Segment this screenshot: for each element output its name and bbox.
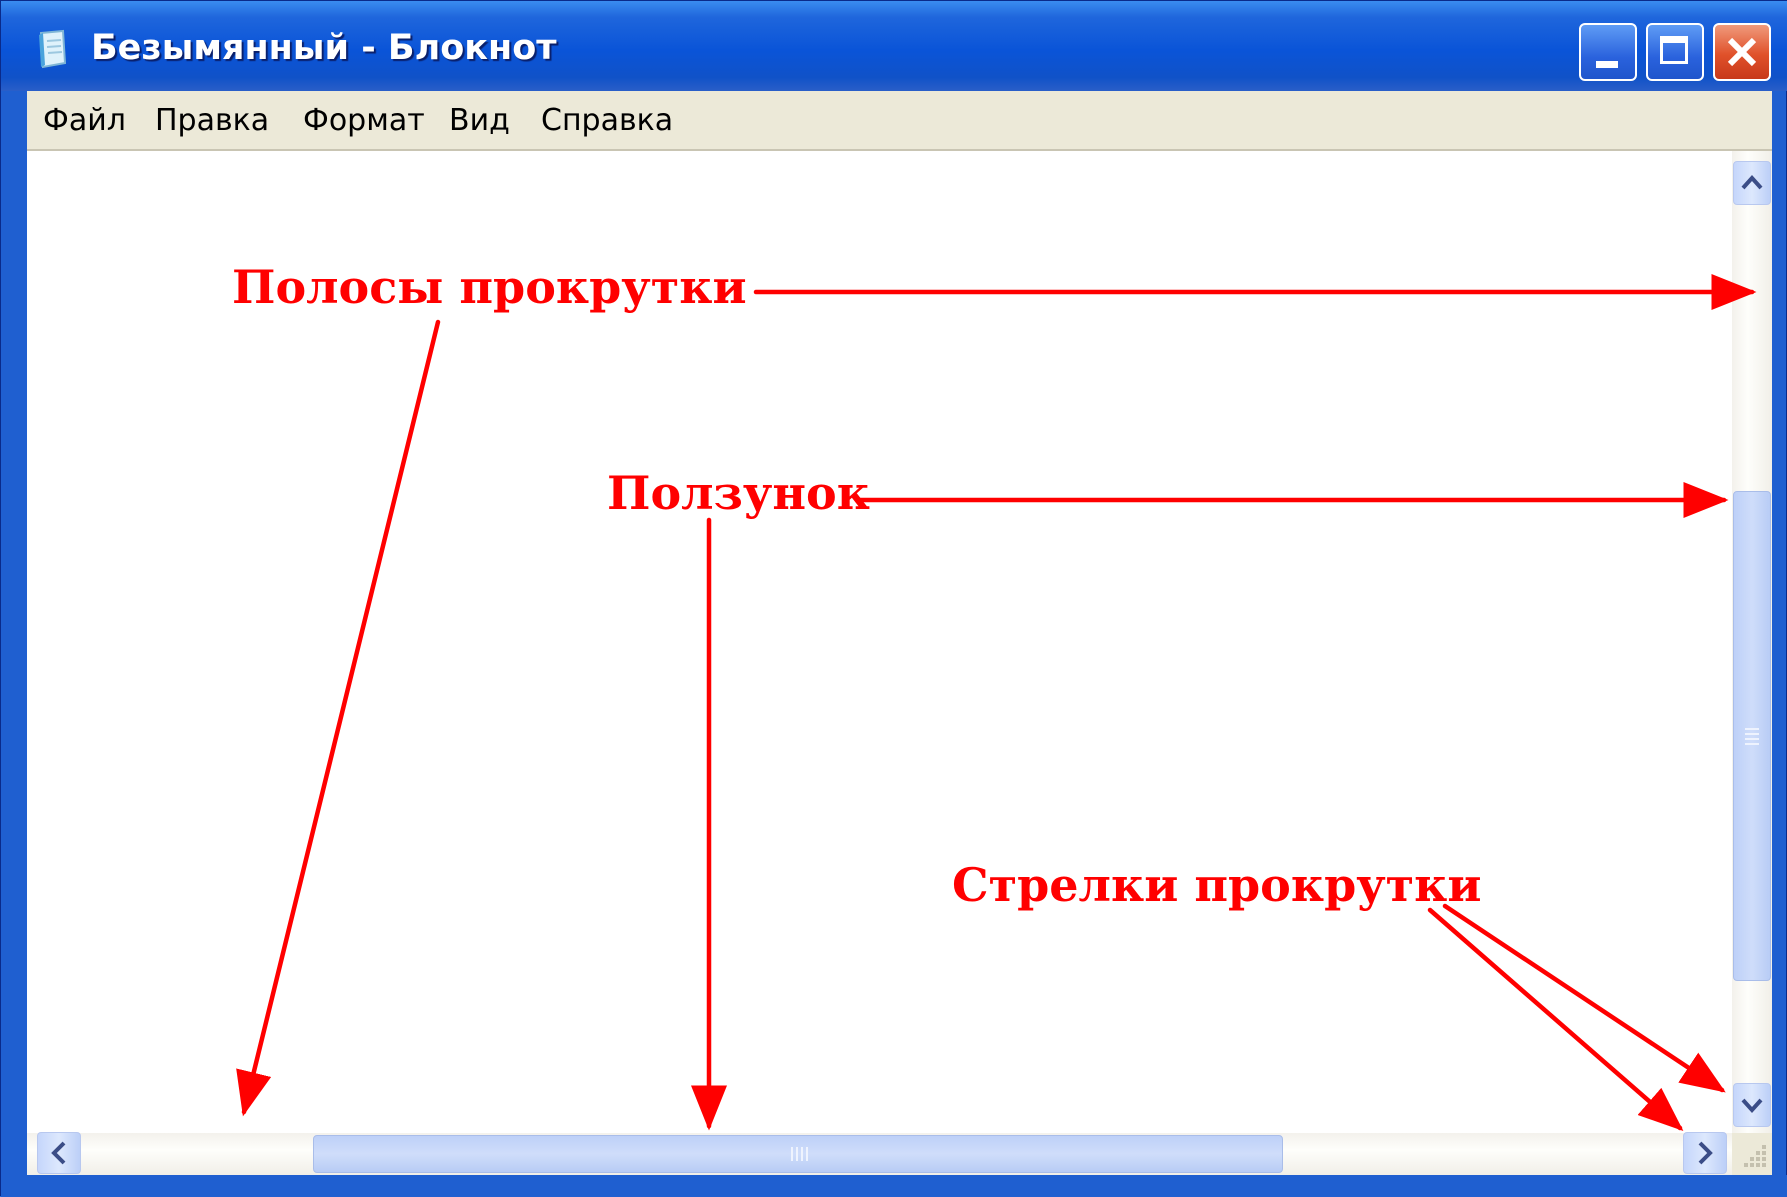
arrow-to-scroll-down-button xyxy=(1442,903,1726,1093)
annotation-scroll-arrows-label: Стрелки прокрутки xyxy=(952,858,1482,912)
annotation-arrows xyxy=(236,274,1757,1131)
annotation-slider-label: Ползунок xyxy=(607,466,870,520)
annotation-scrollbars-label: Полосы прокрутки xyxy=(232,260,747,314)
arrow-to-scroll-right-button xyxy=(1427,907,1684,1131)
arrow-to-horizontal-scrollbar xyxy=(236,319,441,1117)
